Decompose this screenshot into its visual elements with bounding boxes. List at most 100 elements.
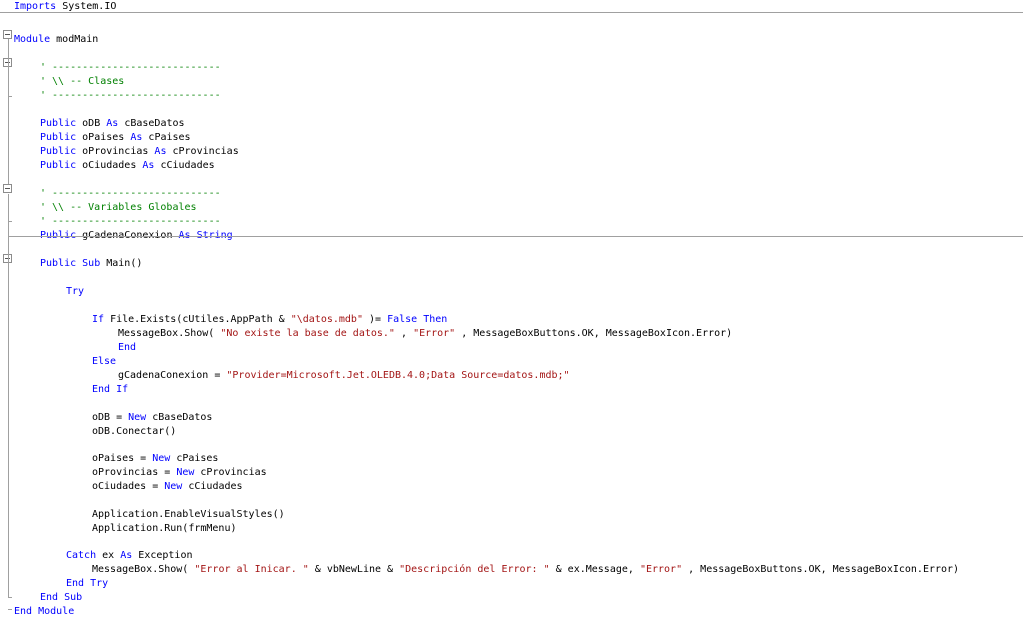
keyword-token: End [118,342,137,353]
outline-line [8,68,9,184]
code-line[interactable]: End If [14,383,128,397]
comment-token: ' ---------------------------- [40,188,221,199]
code-line[interactable]: MessageBox.Show( "No existe la base de d… [14,327,732,341]
keyword-token: If [92,314,105,325]
comment-token: ' ---------------------------- [40,216,221,227]
keyword-token: As [142,160,155,171]
code-token: cBaseDatos [124,118,185,129]
keyword-token: Public [40,146,77,157]
keyword-token: Try [66,286,85,297]
code-line[interactable]: Else [14,355,116,369]
keyword-token: Then [423,314,448,325]
keyword-token: End [40,592,59,603]
code-line[interactable]: Public oPaises As cPaises [14,131,191,145]
code-token: cCiudades [160,160,215,171]
code-line[interactable]: End Sub [14,591,82,605]
outline-end-tick [8,96,12,97]
code-token: cBaseDatos [152,412,213,423]
code-line[interactable]: oPaises = New cPaises [14,452,218,466]
outline-end-tick [8,221,12,222]
comment-token: ' \\ -- Clases [40,76,125,87]
code-line[interactable]: Module modMain [14,33,98,47]
outline-end-tick [8,609,12,610]
code-line[interactable]: Application.Run(frmMenu) [14,522,237,536]
code-line[interactable]: Public oCiudades As cCiudades [14,159,215,173]
keyword-token: Public [40,118,77,129]
code-token: , MessageBoxButtons.OK, MessageBoxIcon.E… [461,328,733,339]
code-line[interactable]: Public oProvincias As cProvincias [14,145,239,159]
code-token: Application.Run(frmMenu) [92,523,237,534]
code-token: & vbNewLine & [314,564,394,575]
code-token: oPaises [82,132,125,143]
code-token: cPaises [176,453,219,464]
collapse-icon[interactable] [3,30,12,39]
code-line[interactable]: ' ---------------------------- [14,187,221,201]
code-token: oProvincias [82,146,149,157]
keyword-token: End [14,606,33,617]
code-token: , [401,328,408,339]
code-line[interactable]: Application.EnableVisualStyles() [14,508,285,522]
code-token: System.IO [62,1,117,12]
keyword-token: New [164,481,183,492]
keyword-token: Public [40,132,77,143]
code-token: cProvincias [172,146,239,157]
string-token: "Error" [639,564,683,575]
code-line[interactable]: MessageBox.Show( "Error al Inicar. " & v… [14,563,959,577]
code-line[interactable]: ' \\ -- Clases [14,75,124,89]
code-token: ex [102,550,115,561]
keyword-token: Try [90,578,109,589]
procedure-separator [0,12,1023,13]
keyword-token: Public [40,258,77,269]
code-line[interactable]: ' ---------------------------- [14,89,221,103]
keyword-token: If [116,384,129,395]
code-line[interactable]: oDB.Conectar() [14,425,176,439]
code-line[interactable]: oDB = New cBaseDatos [14,411,212,425]
code-token: oDB [82,118,101,129]
keyword-token: New [152,453,171,464]
code-token: cProvincias [200,467,267,478]
keyword-token: False [387,314,418,325]
keyword-token: Module [38,606,75,617]
code-line[interactable]: ' ---------------------------- [14,61,221,75]
string-token: "Error" [413,328,456,339]
keyword-token: Sub [64,592,83,603]
code-token: gCadenaConexion = [118,370,221,381]
code-line[interactable]: oCiudades = New cCiudades [14,480,243,494]
code-line[interactable]: End Module [14,605,74,619]
code-token: oCiudades = [92,481,159,492]
code-line[interactable]: oProvincias = New cProvincias [14,466,267,480]
keyword-token: New [176,467,195,478]
keyword-token: Imports [14,1,57,12]
code-line[interactable]: If File.Exists(cUtiles.AppPath & "\datos… [14,313,447,327]
keyword-token: As [154,146,167,157]
code-token: Main() [106,258,143,269]
code-line[interactable]: End [14,341,136,355]
keyword-token: Sub [82,258,101,269]
code-editor[interactable]: Imports System.IO Module modMain ' -------… [0,0,1023,617]
comment-token: ' \\ -- Variables Globales [40,202,197,213]
code-token: & ex.Message, [555,564,634,575]
string-token: "\datos.mdb" [290,314,363,325]
code-line[interactable]: Public oDB As cBaseDatos [14,117,185,131]
keyword-token: As [130,132,143,143]
comment-token: ' ---------------------------- [40,90,221,101]
code-token: Application.EnableVisualStyles() [92,509,285,520]
keyword-token: Catch [66,550,97,561]
code-token: oDB.Conectar() [92,426,177,437]
keyword-token: Public [40,160,77,171]
code-line[interactable]: gCadenaConexion = "Provider=Microsoft.Je… [14,369,570,383]
code-token: File.Exists(cUtiles.AppPath & [110,314,285,325]
code-line[interactable]: Try [14,285,84,299]
keyword-token: Module [14,34,51,45]
code-line[interactable]: Catch ex As Exception [14,549,192,563]
code-token: cCiudades [188,481,243,492]
code-line[interactable]: Public Sub Main() [14,257,142,271]
keyword-token: Else [92,356,117,367]
string-token: "Error al Inicar. " [194,564,309,575]
code-line[interactable]: End Try [14,577,108,591]
keyword-token: End [66,578,85,589]
code-line[interactable]: ' ---------------------------- [14,215,221,229]
code-token: MessageBox.Show( [118,328,215,339]
collapse-icon[interactable] [3,184,12,193]
code-line[interactable]: ' \\ -- Variables Globales [14,201,197,215]
